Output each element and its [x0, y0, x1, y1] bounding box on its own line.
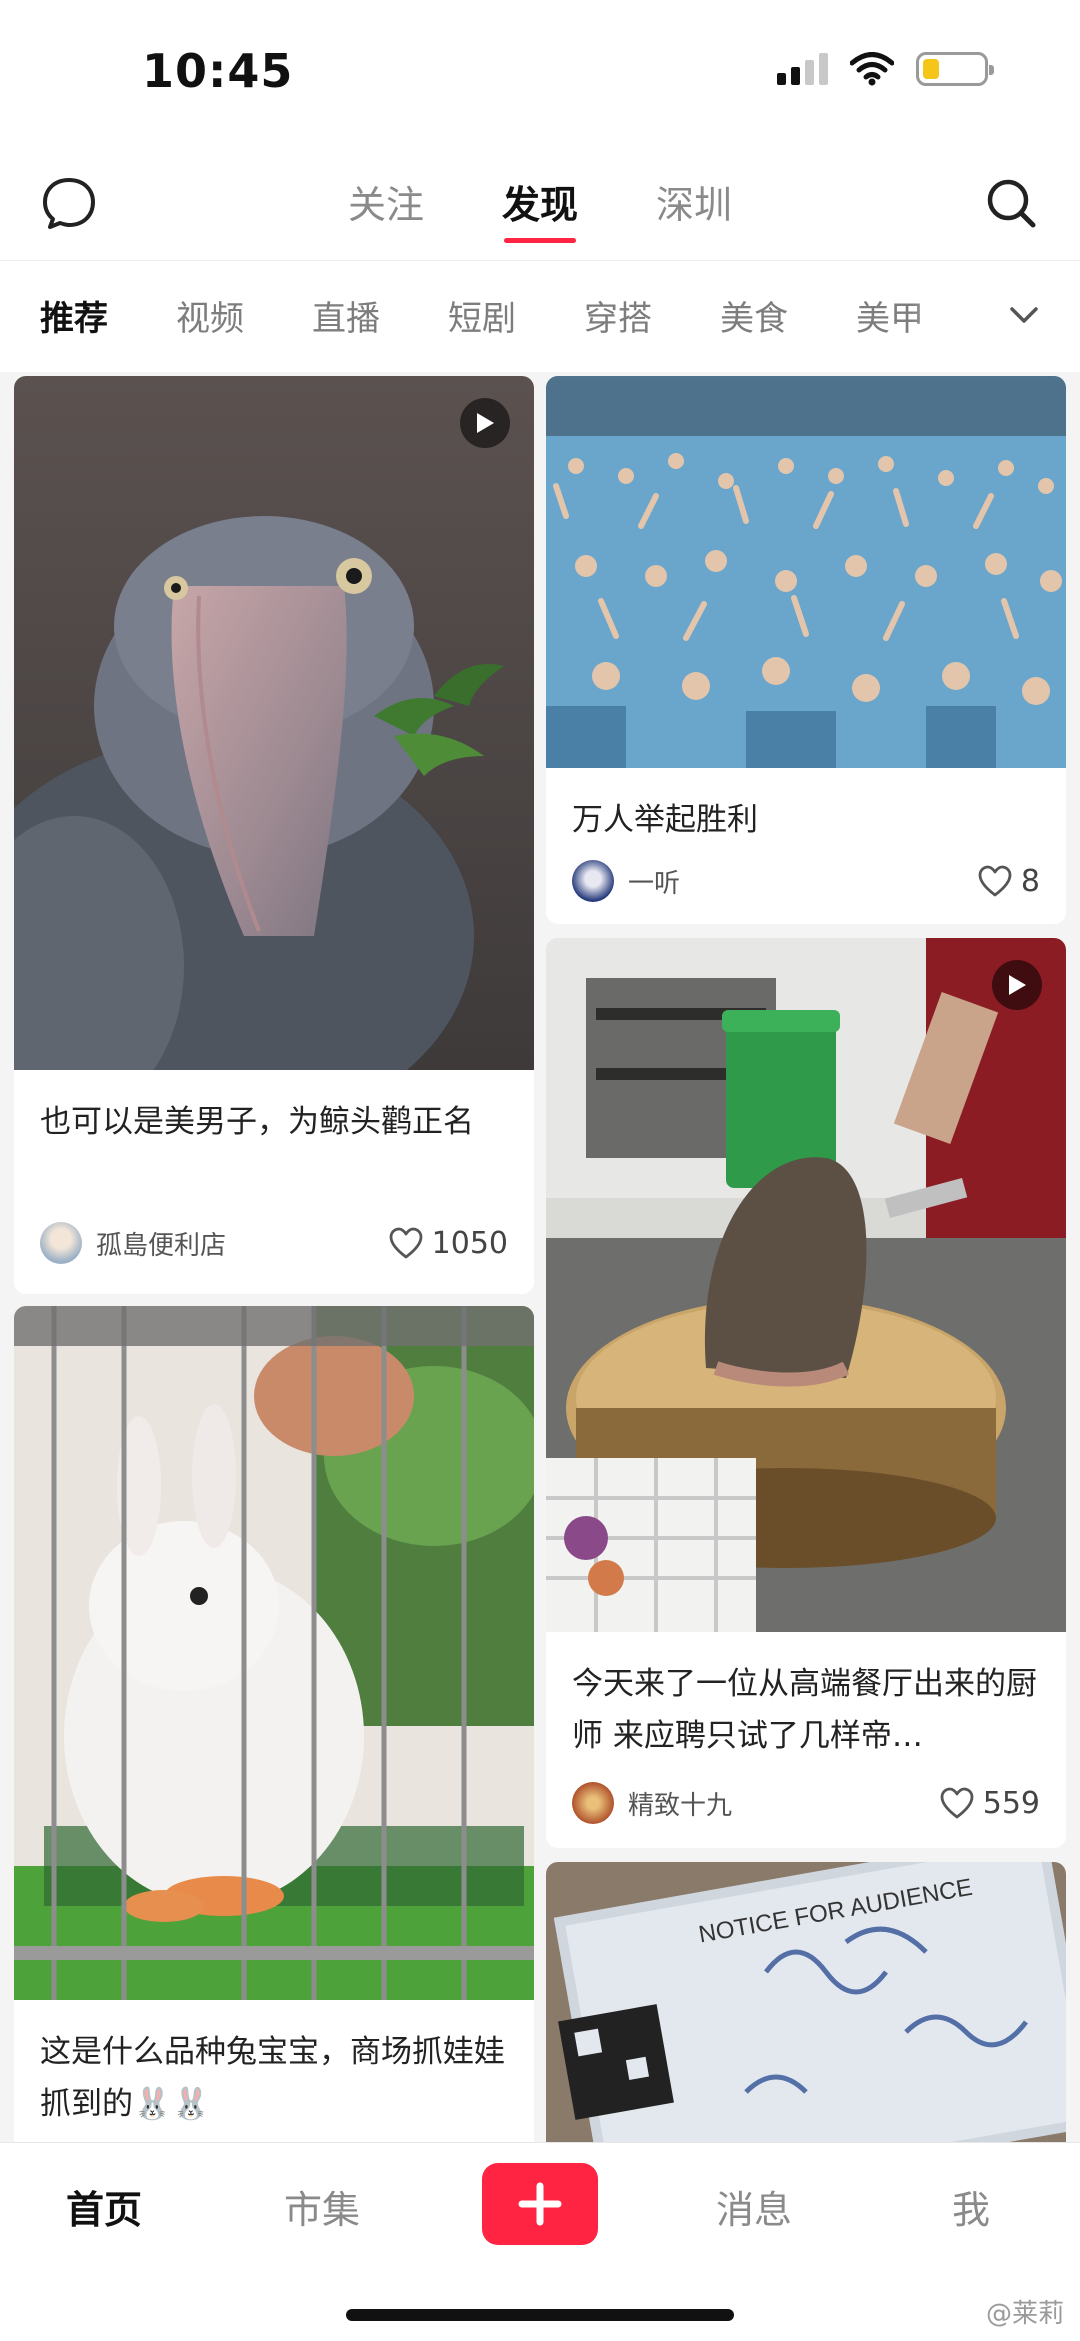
category-bar: 推荐 视频 直播 短剧 穿搭 美食 美甲: [0, 260, 1080, 372]
home-indicator[interactable]: [346, 2309, 734, 2321]
status-bar: 10:45: [0, 0, 1080, 150]
nav-me[interactable]: 我: [952, 2179, 990, 2234]
card-title: 万人举起胜利: [572, 802, 758, 838]
like-count[interactable]: 8: [977, 864, 1040, 899]
nav-market[interactable]: 市集: [284, 2179, 360, 2234]
avatar[interactable]: [572, 860, 614, 902]
card-title: 也可以是美男子，为鲸头鹳正名: [40, 1104, 474, 1140]
category-video[interactable]: 视频: [176, 291, 244, 340]
video-badge: [460, 398, 510, 448]
author-name[interactable]: 精致十九: [628, 1785, 939, 1822]
category-food[interactable]: 美食: [720, 291, 788, 340]
author-name[interactable]: 一听: [628, 863, 977, 900]
category-outfit[interactable]: 穿搭: [584, 291, 652, 340]
rabbit-photo: [14, 1306, 534, 2000]
author-name[interactable]: 孤島便利店: [96, 1225, 388, 1262]
crowd-photo: [546, 376, 1066, 768]
feed: 也可以是美男子，为鲸头鹳正名 孤島便利店 1050 这是什么品种兔宝宝，商场抓娃…: [0, 372, 1080, 2152]
category-recommend[interactable]: 推荐: [40, 291, 108, 340]
heart-icon: [940, 1787, 974, 1819]
chef-photo: [546, 938, 1066, 1632]
publish-button[interactable]: [482, 2163, 598, 2245]
card-image-shoebill: [14, 376, 534, 1070]
like-number: 8: [1020, 863, 1040, 899]
card-meta: 精致十九 559: [572, 1782, 1040, 1824]
card-meta: 孤島便利店 1050: [40, 1222, 508, 1264]
heart-icon: [389, 1227, 423, 1259]
top-nav: 关注 发现 深圳: [0, 150, 1080, 260]
wifi-icon: [850, 52, 894, 86]
card-meta: 一听 8: [572, 860, 1040, 902]
feed-card[interactable]: 也可以是美男子，为鲸头鹳正名 孤島便利店 1050: [14, 376, 534, 1294]
card-image-crowd: [546, 376, 1066, 768]
tab-discover[interactable]: 发现: [502, 174, 578, 243]
watermark: @莱莉: [985, 2299, 1064, 2329]
feed-card[interactable]: 今天来了一位从高端餐厅出来的厨师 来应聘只试了几样帝… 精致十九 559: [546, 938, 1066, 1848]
like-number: 559: [982, 1785, 1040, 1821]
card-title: 今天来了一位从高端餐厅出来的厨师 来应聘只试了几样帝…: [572, 1666, 1037, 1754]
feed-card[interactable]: NOTICE FOR AUDIENCE: [546, 1862, 1066, 2152]
status-time: 10:45: [142, 44, 294, 98]
status-icons: [777, 52, 994, 86]
like-number: 1050: [431, 1225, 508, 1261]
like-count[interactable]: 559: [939, 1786, 1040, 1821]
bottom-nav: 首页 市集 消息 我 @莱莉: [0, 2142, 1080, 2341]
ticket-photo: NOTICE FOR AUDIENCE: [546, 1862, 1066, 2152]
category-live[interactable]: 直播: [312, 291, 380, 340]
shoebill-photo: [14, 376, 534, 1070]
top-tabs: 关注 发现 深圳: [0, 174, 1080, 243]
card-image-ticket: NOTICE FOR AUDIENCE: [546, 1862, 1066, 2152]
search-icon[interactable]: [980, 172, 1042, 234]
category-list: 推荐 视频 直播 短剧 穿搭 美食 美甲: [40, 291, 924, 340]
card-title: 这是什么品种兔宝宝，商场抓娃娃抓到的🐰🐰: [40, 2034, 505, 2122]
tab-follow[interactable]: 关注: [348, 174, 424, 243]
video-badge: [992, 960, 1042, 1010]
chevron-down-icon[interactable]: [1006, 297, 1042, 333]
play-icon: [477, 413, 494, 433]
nav-messages[interactable]: 消息: [716, 2179, 792, 2234]
card-image-chef: [546, 938, 1066, 1632]
heart-icon: [978, 865, 1012, 897]
avatar[interactable]: [572, 1782, 614, 1824]
cellular-signal-icon: [777, 53, 828, 85]
card-image-rabbit: [14, 1306, 534, 2000]
category-fade: [910, 261, 1080, 372]
feed-card[interactable]: 这是什么品种兔宝宝，商场抓娃娃抓到的🐰🐰: [14, 1306, 534, 2152]
tab-shenzhen[interactable]: 深圳: [656, 174, 732, 243]
like-count[interactable]: 1050: [388, 1226, 508, 1261]
nav-home[interactable]: 首页: [66, 2179, 142, 2234]
battery-level: [923, 59, 940, 79]
feed-card[interactable]: 万人举起胜利 一听 8: [546, 376, 1066, 924]
avatar[interactable]: [40, 1222, 82, 1264]
category-short-drama[interactable]: 短剧: [448, 291, 516, 340]
plus-icon: [518, 2182, 562, 2226]
battery-icon: [916, 52, 994, 86]
play-icon: [1009, 975, 1026, 995]
